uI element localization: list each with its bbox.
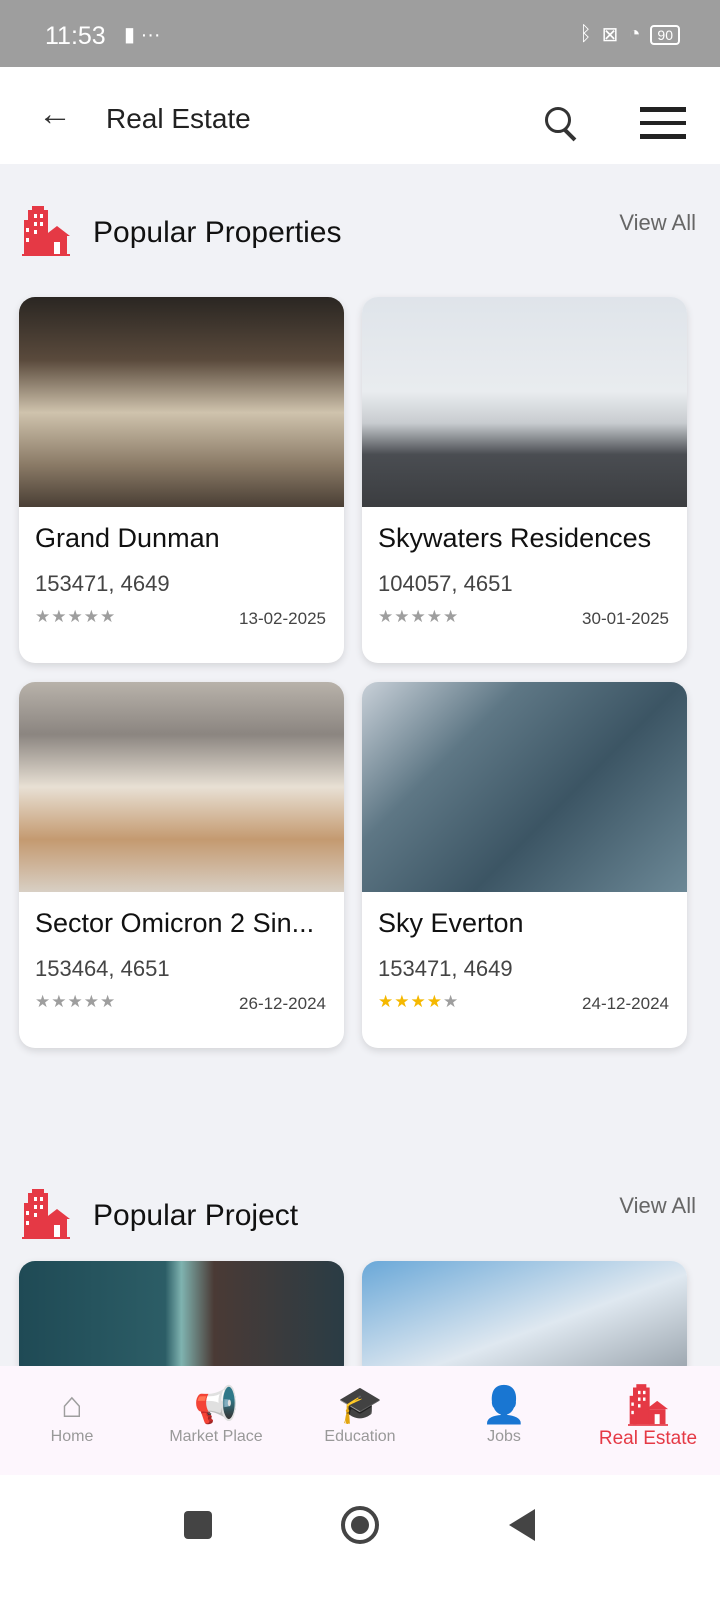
menu-icon[interactable] <box>640 107 686 148</box>
building-icon <box>22 206 70 256</box>
project-card[interactable] <box>362 1261 687 1381</box>
home-icon: ⌂ <box>61 1384 83 1425</box>
rating-stars: ★★★★★ <box>378 992 459 1012</box>
property-code: 153471, 4649 <box>378 956 513 981</box>
app-bar: ← Real Estate <box>0 67 720 164</box>
property-card[interactable]: Sector Omicron 2 Sin... 153464, 4651 ★★★… <box>19 682 344 1048</box>
star-icon: ★ <box>51 992 68 1011</box>
search-icon[interactable] <box>545 107 571 133</box>
property-code: 104057, 4651 <box>378 571 513 596</box>
view-all-link[interactable]: View All <box>619 1193 696 1219</box>
star-icon: ★ <box>394 992 411 1011</box>
section-title: Popular Project <box>93 1199 299 1232</box>
property-card[interactable]: Skywaters Residences 104057, 4651 ★★★★★ … <box>362 297 687 663</box>
bluetooth-icon: ᛒ <box>579 23 592 45</box>
property-name: Grand Dunman <box>35 523 220 553</box>
star-icon: ★ <box>426 607 443 626</box>
star-icon: ★ <box>100 992 117 1011</box>
property-image <box>19 297 344 507</box>
star-icon: ★ <box>67 607 84 626</box>
star-icon: ★ <box>378 992 395 1011</box>
property-date: 24-12-2024 <box>582 994 669 1013</box>
nav-home[interactable]: ⌂ Home <box>0 1366 144 1475</box>
property-date: 30-01-2025 <box>582 609 669 628</box>
no-sim-icon: ⊠ <box>601 24 619 46</box>
building-icon <box>576 1384 720 1428</box>
nav-jobs[interactable]: 👤 Jobs <box>432 1366 576 1475</box>
graduation-cap-icon: 🎓 <box>337 1384 383 1425</box>
property-card[interactable]: Sky Everton 153471, 4649 ★★★★★ 24-12-202… <box>362 682 687 1048</box>
property-code: 153471, 4649 <box>35 571 170 596</box>
property-card[interactable]: Grand Dunman 153471, 4649 ★★★★★ 13-02-20… <box>19 297 344 663</box>
recents-button[interactable] <box>184 1511 212 1539</box>
status-bar: 11:53 ▮ ··· ᛒ ⊠ ◔ 90 <box>0 0 720 67</box>
star-icon: ★ <box>394 607 411 626</box>
star-icon: ★ <box>443 607 460 626</box>
property-date: 13-02-2025 <box>239 609 326 628</box>
property-date: 26-12-2024 <box>239 994 326 1013</box>
star-icon: ★ <box>426 992 443 1011</box>
star-icon: ★ <box>35 607 52 626</box>
back-arrow-icon[interactable]: ← <box>38 95 72 134</box>
star-icon: ★ <box>100 607 117 626</box>
star-icon: ★ <box>410 607 427 626</box>
project-image <box>19 1261 344 1381</box>
property-image <box>19 682 344 892</box>
property-code: 153464, 4651 <box>35 956 170 981</box>
bottom-nav: ⌂ Home 📢 Market Place 🎓 Education 👤 Jobs Rea… <box>0 1366 720 1475</box>
home-button[interactable] <box>341 1506 379 1544</box>
nav-education[interactable]: 🎓 Education <box>288 1366 432 1475</box>
view-all-link[interactable]: View All <box>619 210 696 236</box>
property-name: Sector Omicron 2 Sin... <box>35 908 315 938</box>
rating-stars: ★★★★★ <box>378 607 459 627</box>
property-name: Skywaters Residences <box>378 523 652 553</box>
project-image <box>362 1261 687 1381</box>
property-image <box>362 297 687 507</box>
rating-stars: ★★★★★ <box>35 992 116 1012</box>
page-title: Real Estate <box>106 103 251 134</box>
star-icon: ★ <box>83 992 100 1011</box>
section-title: Popular Properties <box>93 216 342 249</box>
star-icon: ★ <box>51 607 68 626</box>
rating-stars: ★★★★★ <box>35 607 116 627</box>
project-card[interactable] <box>19 1261 344 1381</box>
building-icon <box>22 1189 70 1239</box>
megaphone-icon: 📢 <box>193 1384 239 1425</box>
star-icon: ★ <box>410 992 427 1011</box>
property-name: Sky Everton <box>378 908 524 938</box>
jobs-icon: 👤 <box>481 1384 527 1425</box>
star-icon: ★ <box>35 992 52 1011</box>
nav-market-place[interactable]: 📢 Market Place <box>144 1366 288 1475</box>
battery-icon: 90 <box>650 24 680 45</box>
star-icon: ★ <box>443 992 460 1011</box>
back-button[interactable] <box>509 1509 535 1541</box>
status-time: 11:53 <box>45 22 106 50</box>
star-icon: ★ <box>378 607 395 626</box>
star-icon: ★ <box>83 607 100 626</box>
property-image <box>362 682 687 892</box>
star-icon: ★ <box>67 992 84 1011</box>
nav-real-estate[interactable]: Real Estate <box>576 1366 720 1475</box>
system-nav-bar <box>0 1475 720 1600</box>
wifi-icon: ◔ <box>628 23 641 45</box>
notification-icon: ▮ ··· <box>124 24 161 46</box>
